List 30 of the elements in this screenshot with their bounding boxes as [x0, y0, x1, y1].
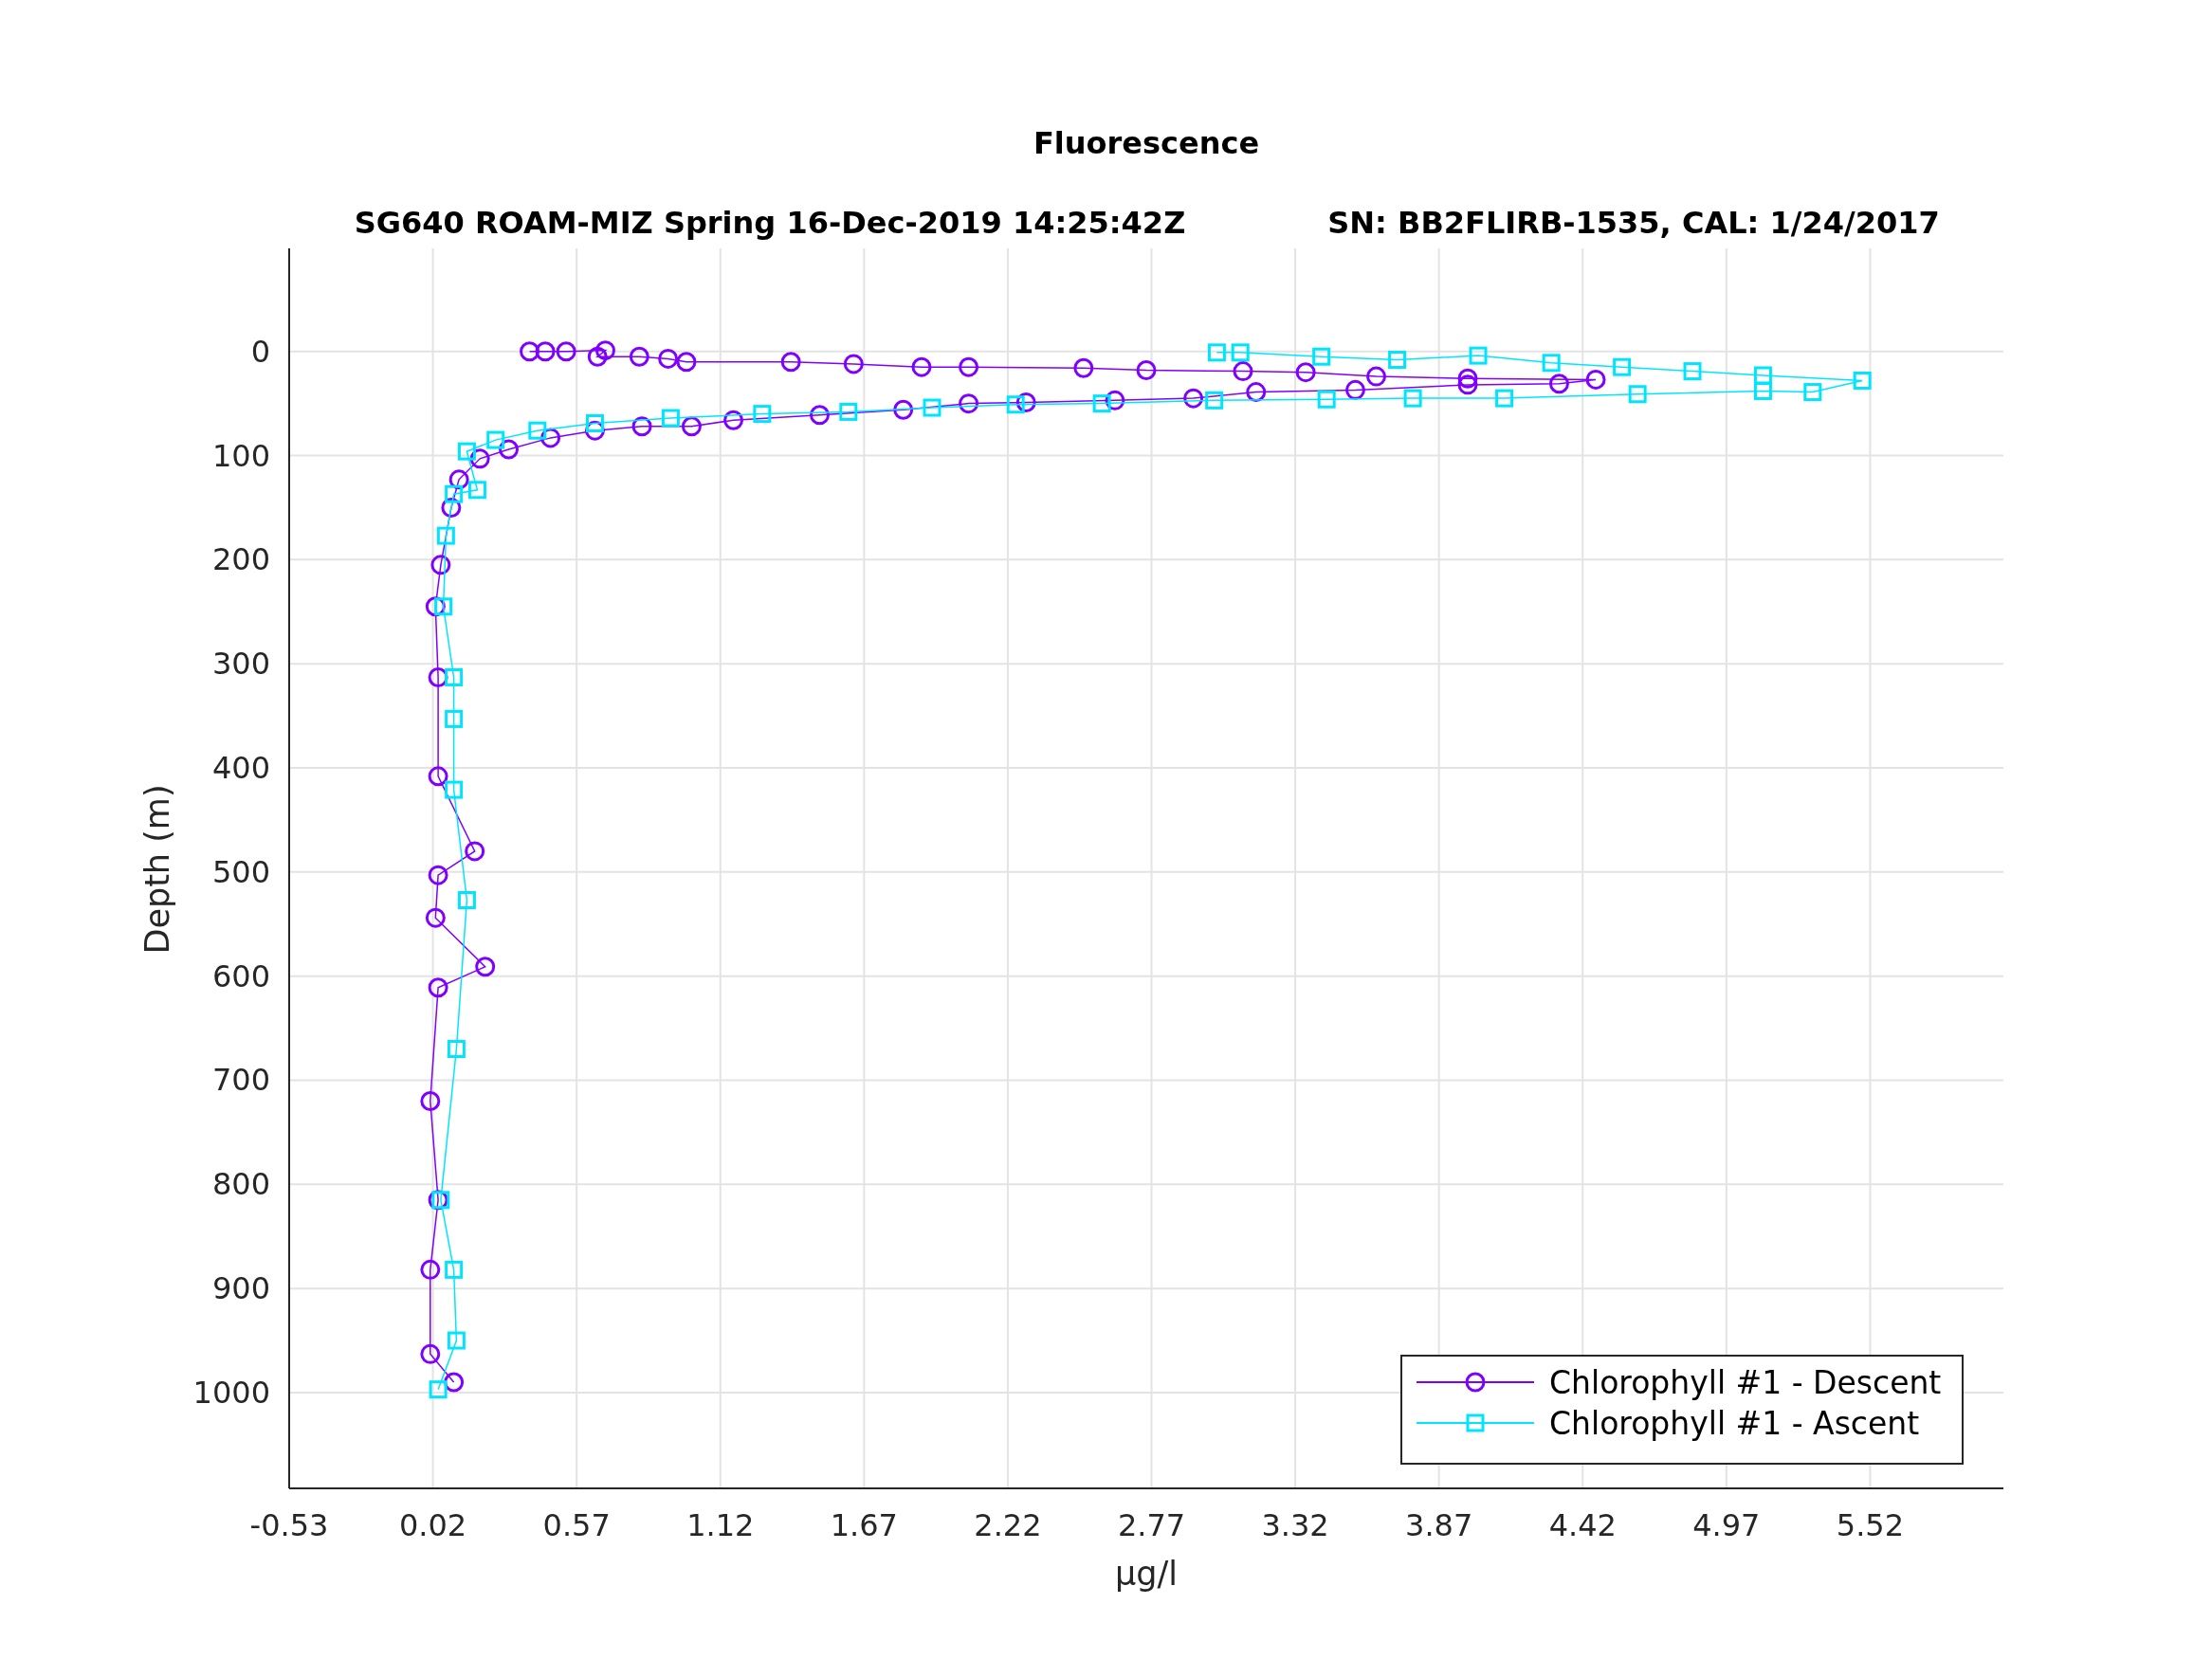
y-tick-label: 100: [211, 437, 270, 474]
x-tick-label: 4.97: [1692, 1507, 1761, 1543]
x-axis-label: μg/l: [1115, 1555, 1178, 1593]
legend-label: Chlorophyll #1 - Descent: [1549, 1364, 1942, 1401]
x-tick-label: 4.42: [1548, 1507, 1617, 1543]
chart-subtitle: SN: BB2FLIRB-1535, CAL: 1/24/2017: [1327, 205, 1940, 241]
y-tick-label: 0: [250, 333, 270, 370]
x-tick-label: 3.32: [1261, 1507, 1329, 1543]
y-tick-label: 1000: [192, 1374, 270, 1411]
x-tick-label: 2.77: [1117, 1507, 1186, 1543]
x-tick-label: 1.12: [686, 1507, 755, 1543]
y-tick-label: 600: [211, 957, 270, 994]
y-tick-label: 200: [211, 541, 270, 578]
y-tick-label: 500: [211, 853, 270, 890]
x-tick-label: 0.02: [398, 1507, 467, 1543]
x-tick-label: -0.53: [249, 1507, 329, 1543]
y-axis-label: Depth (m): [138, 784, 176, 955]
x-tick-label: 0.57: [542, 1507, 611, 1543]
y-tick-label: 900: [211, 1270, 270, 1307]
x-tick-label: 2.22: [974, 1507, 1042, 1543]
y-tick-label: 300: [211, 646, 270, 683]
y-tick-label: 800: [211, 1166, 270, 1203]
x-tick-label: 1.67: [830, 1507, 898, 1543]
legend-label: Chlorophyll #1 - Ascent: [1549, 1405, 1920, 1442]
y-tick-label: 700: [211, 1062, 270, 1099]
chart-title: Fluorescence: [1033, 125, 1260, 161]
chart-subtitle: SG640 ROAM-MIZ Spring 16-Dec-2019 14:25:42Z: [354, 205, 1186, 241]
y-tick-label: 400: [211, 750, 270, 786]
x-tick-label: 5.52: [1836, 1507, 1905, 1543]
x-tick-label: 3.87: [1405, 1507, 1473, 1543]
